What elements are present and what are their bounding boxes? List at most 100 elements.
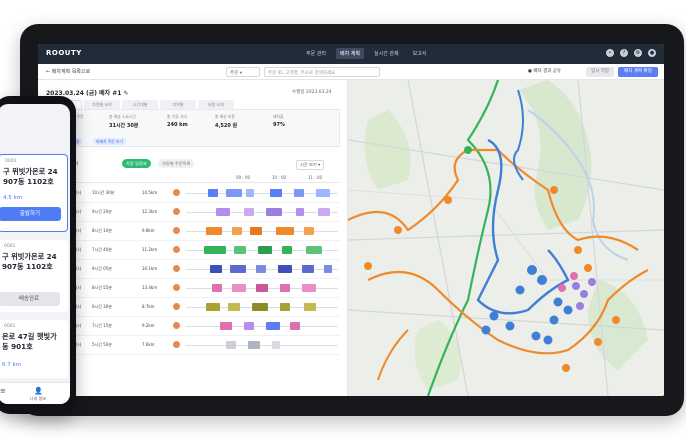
stop-segment[interactable] — [226, 189, 242, 197]
stop-segment[interactable] — [306, 246, 322, 254]
confirm-plan-button[interactable]: 배차 계획 확정 — [618, 67, 658, 77]
tab-time[interactable]: 시간대별 — [122, 100, 158, 109]
stop-segment[interactable] — [226, 341, 236, 349]
timeline-header: 09 : 00 10 : 00 11 : 00 — [46, 174, 340, 183]
stop-segment[interactable] — [208, 189, 218, 197]
dispatch-panel: 2023.03.24 (금) 배차 #1 ✎ 수행일 2023.03.24 배차… — [38, 80, 348, 396]
stop-segment[interactable] — [294, 189, 304, 197]
table-row[interactable]: 1톤 탑차정기사9시간 05분10.1km — [46, 260, 340, 279]
schedule-view-pill[interactable]: 차량 일정표 — [122, 159, 151, 168]
search-type-select[interactable]: 주문 ▾ — [226, 67, 260, 77]
stop-segment[interactable] — [296, 208, 304, 216]
stop-segment[interactable] — [278, 265, 292, 273]
delivery-card[interactable]: 0001 온로 47길 햇빛가 동 901호 6.7 km — [0, 320, 68, 378]
nav-reports[interactable]: 보고서 — [409, 48, 431, 59]
unassigned-orders-chip[interactable]: 미배차 주문 보기 — [93, 138, 126, 145]
temp-save-button[interactable]: 임시 저장 — [586, 67, 614, 77]
share-result-toggle[interactable]: ● 배차 결과 공유 — [528, 68, 561, 74]
table-row[interactable]: 1톤 탑차윤기사7시간 15분9.2km — [46, 317, 340, 336]
stop-segment[interactable] — [248, 341, 260, 349]
stop-segment[interactable] — [206, 227, 222, 235]
start-delivery-button[interactable]: 출발하기 — [0, 207, 61, 221]
stop-segment[interactable] — [318, 208, 330, 216]
stop-segment[interactable] — [232, 227, 242, 235]
product-mockup: ROOUTY 주문 관리 배차 계획 실시간 관제 보고서 • ? ⚙ ● ← … — [0, 0, 686, 440]
stop-segment[interactable] — [304, 227, 314, 235]
stop-segment[interactable] — [280, 284, 290, 292]
stop-segment[interactable] — [282, 246, 292, 254]
stop-segment[interactable] — [266, 208, 282, 216]
stop-segment[interactable] — [324, 265, 332, 273]
stop-segment[interactable] — [220, 322, 232, 330]
stop-segment[interactable] — [316, 189, 330, 197]
stop-segment[interactable] — [252, 303, 268, 311]
stop-segment[interactable] — [210, 265, 222, 273]
bell-icon[interactable]: • — [606, 49, 614, 57]
stop-segment[interactable] — [246, 189, 254, 197]
time-view-select[interactable]: 시간 보기 ▾ — [296, 160, 325, 170]
stop-segment[interactable] — [204, 246, 226, 254]
stop-segment[interactable] — [290, 322, 300, 330]
stop-segment[interactable] — [304, 303, 316, 311]
stop-segment[interactable] — [256, 265, 266, 273]
delivery-card[interactable]: 0001 구 위빗가온로 24 907동 1102호 배송완료 — [0, 240, 68, 312]
driver-avatar — [173, 341, 180, 348]
nav-dispatch-plan[interactable]: 배차 계획 — [336, 48, 364, 59]
toolbar: ← 배차계획 목록으로 주문 ▾ 주문 ID, 고객명, 주소로 검색하세요 ●… — [38, 64, 664, 80]
delivery-card[interactable]: 0001 구 위빗가온로 24 907동 1102호 4.5 km 출발하기 — [0, 154, 68, 232]
search-input[interactable]: 주문 ID, 고객명, 주소로 검색하세요 — [264, 67, 380, 77]
delivery-address: 온로 47길 햇빛가 동 901호 — [2, 332, 57, 351]
table-row[interactable]: 1톤 탑차박기사8시간 10분9.8km — [46, 222, 340, 241]
stop-segment[interactable] — [234, 246, 246, 254]
route-duration: 8시간 55분 — [92, 285, 112, 290]
stat-duration: 총 배송 소요시간 31시간 30분 — [109, 114, 139, 129]
stop-segment[interactable] — [250, 227, 262, 235]
help-icon[interactable]: ? — [620, 49, 628, 57]
tab-cost[interactable]: 비용 요약 — [198, 100, 234, 109]
order-list-view-pill[interactable]: 차량별 주문목록 — [158, 159, 195, 168]
profile-icon[interactable]: ● — [648, 49, 656, 57]
stop-segment[interactable] — [216, 208, 230, 216]
map-canvas[interactable] — [348, 80, 664, 396]
tab-vehicle[interactable]: 차량별 요약 — [84, 100, 120, 109]
table-row[interactable]: 1톤 탑차장기사5시간 50분7.6km — [46, 336, 340, 355]
menu-icon[interactable]: ≡ — [0, 387, 6, 395]
back-to-list-link[interactable]: ← 배차계획 목록으로 — [46, 68, 90, 75]
person-icon[interactable]: 👤 — [34, 387, 43, 395]
stop-segment[interactable] — [272, 341, 280, 349]
settings-icon[interactable]: ⚙ — [634, 49, 642, 57]
stop-segment[interactable] — [244, 322, 254, 330]
stop-segment[interactable] — [280, 303, 290, 311]
table-row[interactable]: 1톤 탑차최기사7시간 40분11.2km — [46, 241, 340, 260]
table-row[interactable]: 1톤 탑차이기사9시간 20분12.3km — [46, 203, 340, 222]
route-duration: 9시간 05분 — [92, 266, 112, 271]
table-row[interactable]: 1톤 탑차김기사10시간 30분10.5km — [46, 184, 340, 203]
stop-segment[interactable] — [256, 284, 268, 292]
nav-orders[interactable]: 주문 관리 — [302, 48, 330, 59]
stop-segment[interactable] — [302, 284, 316, 292]
stop-segment[interactable] — [276, 227, 294, 235]
stop-segment[interactable] — [228, 303, 240, 311]
route-map[interactable] — [348, 80, 664, 396]
summary-stats: 총 배차 차량 / 주문 10 / 64 총 배송 소요시간 31시간 30분 … — [46, 109, 340, 147]
stop-segment[interactable] — [266, 322, 280, 330]
delivery-complete-button[interactable]: 배송완료 — [0, 292, 60, 306]
tab-region[interactable]: 지역별 — [160, 100, 196, 109]
stop-segment[interactable] — [244, 208, 254, 216]
stop-segment[interactable] — [270, 189, 282, 197]
vehicle-schedule-rows: 1톤 탑차김기사10시간 30분10.5km1톤 탑차이기사9시간 20분12.… — [46, 184, 340, 355]
stat-distance: 총 이동 거리 240 km — [167, 114, 188, 128]
nav-live-monitor[interactable]: 실시간 관제 — [370, 48, 403, 59]
stop-segment[interactable] — [206, 303, 220, 311]
route-distance: 10.5km — [142, 190, 158, 195]
stop-segment[interactable] — [232, 284, 246, 292]
stop-segment[interactable] — [230, 265, 246, 273]
table-row[interactable]: 1톤 탑차조기사6시간 30분8.7km — [46, 298, 340, 317]
stop-segment[interactable] — [258, 246, 272, 254]
route-duration: 10시간 30분 — [92, 190, 115, 195]
driver-avatar — [173, 284, 180, 291]
route-distance: 12.3km — [142, 209, 158, 214]
table-row[interactable]: 1톤 탑차강기사8시간 55분13.4km — [46, 279, 340, 298]
stop-segment[interactable] — [302, 265, 314, 273]
stop-segment[interactable] — [212, 284, 222, 292]
